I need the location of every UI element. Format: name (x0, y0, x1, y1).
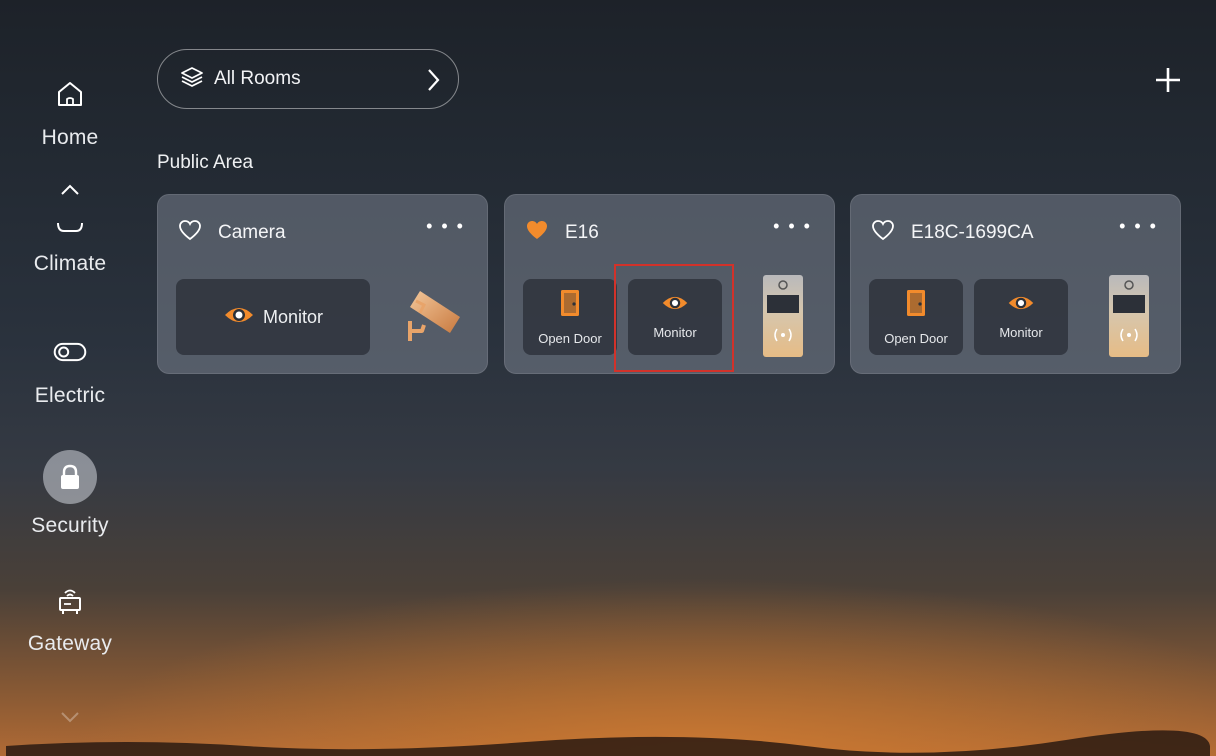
monitor-label: Monitor (653, 325, 697, 340)
sidebar-item-label: Climate (33, 252, 107, 275)
heart-outline-icon[interactable] (871, 219, 895, 246)
layers-icon (180, 66, 204, 93)
more-options-icon[interactable]: • • • (773, 217, 812, 237)
sidebar-item-label: Electric (34, 384, 106, 407)
monitor-label: Monitor (999, 325, 1043, 340)
device-card-camera: Camera • • • Monitor (157, 194, 488, 374)
device-card-e18c: E18C-1699CA • • • Open Door Monitor (850, 194, 1181, 374)
sidebar-item-security[interactable]: Security (6, 450, 134, 538)
scroll-up-chevron-icon[interactable] (6, 182, 134, 196)
sidebar-item-label: Home (41, 126, 99, 149)
eye-icon (661, 294, 689, 317)
heart-filled-icon[interactable] (525, 219, 549, 246)
monitor-button[interactable]: Monitor (974, 279, 1068, 355)
landscape-silhouette (6, 730, 1210, 756)
open-door-label: Open Door (538, 331, 602, 346)
sidebar-item-climate[interactable]: Climate (6, 216, 134, 276)
eye-icon (223, 305, 255, 330)
sidebar-item-electric[interactable]: Electric (6, 334, 134, 408)
open-door-button[interactable]: Open Door (523, 279, 617, 355)
app-background (6, 4, 1210, 756)
lock-icon (43, 450, 97, 504)
sidebar-item-label: Gateway (27, 632, 113, 655)
monitor-button[interactable]: Monitor (628, 279, 722, 355)
door-icon (559, 288, 581, 323)
section-title: Public Area (157, 152, 254, 173)
add-button[interactable] (1152, 64, 1184, 96)
climate-icon (52, 216, 88, 238)
monitor-label: Monitor (262, 306, 324, 327)
card-title: Camera (218, 221, 286, 243)
device-card-e16: E16 • • • Open Door Monitor (504, 194, 835, 374)
all-rooms-label: All Rooms (214, 68, 301, 89)
router-icon (52, 582, 88, 618)
open-door-label: Open Door (884, 331, 948, 346)
monitor-button[interactable]: Monitor (176, 279, 370, 355)
more-options-icon[interactable]: • • • (426, 217, 465, 237)
doorbell-device-icon (761, 273, 805, 359)
heart-outline-icon[interactable] (178, 219, 202, 246)
all-rooms-button[interactable]: All Rooms (157, 49, 459, 109)
eye-icon (1007, 294, 1035, 317)
toggle-icon (52, 334, 88, 370)
scroll-down-chevron-icon[interactable] (6, 710, 134, 724)
sidebar-item-gateway[interactable]: Gateway (6, 582, 134, 656)
sidebar-item-home[interactable]: Home (6, 76, 134, 150)
open-door-button[interactable]: Open Door (869, 279, 963, 355)
chevron-right-icon (426, 68, 440, 97)
door-icon (905, 288, 927, 323)
plus-icon (1152, 68, 1184, 100)
home-icon (52, 76, 88, 112)
card-title: E18C-1699CA (911, 221, 1034, 243)
card-title: E16 (565, 221, 599, 243)
doorbell-device-icon (1107, 273, 1151, 359)
cctv-camera-icon (402, 287, 466, 352)
more-options-icon[interactable]: • • • (1119, 217, 1158, 237)
sidebar-item-label: Security (31, 514, 109, 537)
